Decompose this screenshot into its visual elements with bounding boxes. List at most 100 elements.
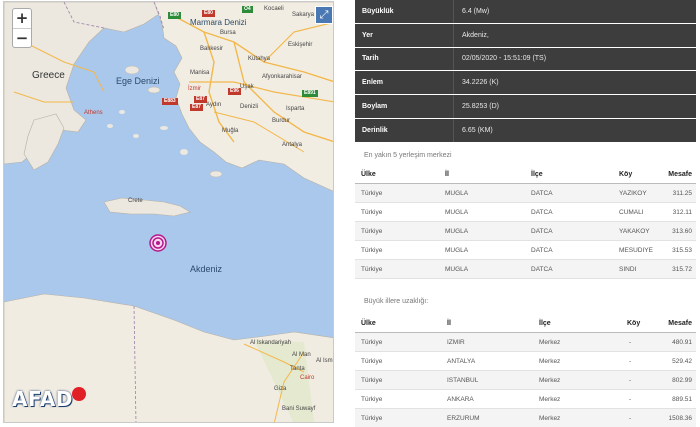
- col-header: Köy: [627, 319, 641, 327]
- col-header: Mesafe: [668, 170, 692, 178]
- detail-key: Büyüklük: [355, 0, 453, 23]
- col-header: İl: [445, 170, 449, 178]
- cell-country: Türkiye: [361, 376, 383, 384]
- afad-logo: AFAD: [12, 387, 86, 419]
- map-label-kocaeli: Kocaeli: [264, 6, 284, 12]
- cell-province: ANKARA: [447, 395, 474, 403]
- cell-province: IZMIR: [447, 338, 465, 346]
- map-label-crete: Crete: [128, 198, 143, 204]
- detail-key: Tarih: [355, 47, 453, 71]
- map-label-mugla: Muğla: [222, 128, 239, 134]
- map-label-akdeniz: Akdeniz: [190, 264, 223, 274]
- zoom-control: + −: [12, 8, 32, 48]
- map-label-al-man: Al Man: [292, 352, 311, 358]
- table-row: Türkiye ISTANBUL Merkez - 802.99: [355, 371, 696, 390]
- cell-province: ERZURUM: [447, 414, 480, 422]
- map-label-afyon: Afyonkarahisar: [262, 74, 303, 80]
- cell-district: DATCA: [531, 265, 553, 273]
- detail-value: 34.2226 (K): [453, 71, 696, 95]
- map-label-manisa: Manisa: [190, 70, 210, 76]
- cell-village: -: [629, 376, 632, 384]
- zoom-in-button[interactable]: +: [13, 9, 31, 28]
- map-label-denizli: Denizli: [240, 104, 259, 110]
- table-header: Ülke İl İlçe Köy Mesafe: [355, 314, 696, 333]
- col-header: Ülke: [361, 319, 376, 327]
- afad-crescent-icon: [72, 387, 86, 401]
- table-row: Türkiye MUGLA DATCA SINDI 315.72: [355, 260, 696, 279]
- map-label-marmara: Marmara Denizi: [190, 18, 247, 27]
- cell-district: DATCA: [531, 189, 553, 197]
- map-label-giza: Giza: [274, 386, 287, 392]
- cell-distance: 480.91: [672, 338, 692, 346]
- detail-row-latitude: Enlem 34.2226 (K): [355, 71, 696, 96]
- cell-distance: 529.42: [672, 357, 692, 365]
- cell-province: MUGLA: [445, 208, 469, 216]
- cell-province: ISTANBUL: [447, 376, 479, 384]
- detail-row-depth: Derinlik 6.65 (KM): [355, 118, 696, 143]
- map-label-burdur: Burdur: [272, 118, 291, 124]
- map-label-izmir: İzmir: [188, 86, 201, 92]
- cell-country: Türkiye: [361, 246, 383, 254]
- table-row: Türkiye MUGLA DATCA YAZIKOY 311.25: [355, 184, 696, 203]
- cell-village: -: [629, 395, 632, 403]
- cell-village: YAKAKOY: [619, 227, 650, 235]
- map-label-greece: Greece: [32, 70, 65, 81]
- fullscreen-button[interactable]: ⤢: [315, 6, 333, 24]
- nearest-settlements-table: Ülke İl İlçe Köy Mesafe Türkiye MUGLA DA…: [355, 165, 696, 279]
- detail-value: 6.4 (Mw): [453, 0, 696, 23]
- cell-country: Türkiye: [361, 357, 383, 365]
- table-row: Türkiye ANTALYA Merkez - 529.42: [355, 352, 696, 371]
- col-header: Ülke: [361, 170, 376, 178]
- afad-logo-text: AFAD: [12, 387, 73, 411]
- earthquake-details: Büyüklük 6.4 (Mw) Yer Akdeniz, Tarih 02/…: [355, 0, 696, 143]
- map-label-balikesir: Balıkesir: [200, 46, 224, 52]
- cell-country: Türkiye: [361, 227, 383, 235]
- cell-province: MUGLA: [445, 265, 469, 273]
- detail-value: 25.8253 (D): [453, 95, 696, 118]
- cell-province: MUGLA: [445, 189, 469, 197]
- road-shield: E891: [302, 90, 318, 97]
- epicenter-marker[interactable]: [149, 234, 167, 252]
- map-label-sakarya: Sakarya: [292, 12, 315, 18]
- map-label-antalya: Antalya: [282, 142, 303, 148]
- cell-country: Türkiye: [361, 395, 383, 403]
- cell-district: DATCA: [531, 246, 553, 254]
- table-row: Türkiye ANKARA Merkez - 889.51: [355, 390, 696, 409]
- road-shield: E80: [168, 12, 181, 19]
- table-row: Türkiye MUGLA DATCA MESUDIYE 315.53: [355, 241, 696, 260]
- cell-distance: 313.60: [672, 227, 692, 235]
- detail-row-magnitude: Büyüklük 6.4 (Mw): [355, 0, 696, 24]
- detail-row-location: Yer Akdeniz,: [355, 23, 696, 48]
- zoom-out-button[interactable]: −: [13, 28, 31, 47]
- big-cities-title: Büyük illere uzaklığı:: [364, 298, 429, 305]
- cell-village: YAZIKOY: [619, 189, 647, 197]
- detail-key: Yer: [355, 23, 453, 47]
- cell-distance: 315.53: [672, 246, 692, 254]
- table-row: Türkiye ERZURUM Merkez - 1508.36: [355, 409, 696, 427]
- map-label-eskisehir: Eskişehir: [288, 42, 313, 48]
- map-view[interactable]: Greece Ege Denizi Marmara Denizi Akdeniz…: [3, 1, 334, 423]
- cell-village: MESUDIYE: [619, 246, 653, 254]
- detail-row-date: Tarih 02/05/2020 - 15:51:09 (TS): [355, 47, 696, 72]
- road-shield: E883: [162, 98, 178, 105]
- cell-country: Türkiye: [361, 414, 383, 422]
- detail-value: 02/05/2020 - 15:51:09 (TS): [453, 47, 696, 71]
- cell-district: Merkez: [539, 414, 561, 422]
- detail-row-longitude: Boylam 25.8253 (D): [355, 95, 696, 119]
- detail-value: Akdeniz,: [453, 23, 696, 47]
- detail-value: 6.65 (KM): [453, 118, 696, 142]
- map-label-athens: Athens: [84, 110, 103, 116]
- col-header: Mesafe: [668, 319, 692, 327]
- col-header: İl: [447, 319, 451, 327]
- map-label-bani-suwayf: Bani Suwayf: [282, 406, 316, 412]
- cell-province: MUGLA: [445, 246, 469, 254]
- map-label-kutahya: Kütahya: [248, 56, 271, 62]
- cell-district: Merkez: [539, 357, 561, 365]
- cell-district: Merkez: [539, 376, 561, 384]
- map-label-alexandria: Al Iskandariyah: [250, 340, 292, 346]
- cell-province: MUGLA: [445, 227, 469, 235]
- map-canvas[interactable]: [4, 2, 334, 423]
- road-shield: E87: [194, 96, 207, 103]
- map-label-usak: Uşak: [240, 84, 254, 90]
- map-label-cairo: Cairo: [300, 375, 315, 381]
